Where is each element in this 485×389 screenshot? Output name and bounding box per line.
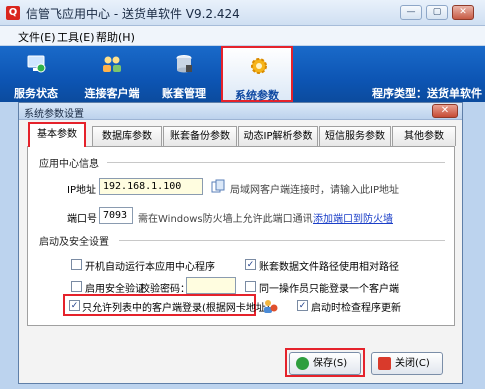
- main-titlebar: Q 信管飞应用中心 - 送货单软件 V9.2.424 — ▢ ✕: [0, 0, 485, 26]
- ribbon-tab-account-management[interactable]: 账套管理: [148, 46, 220, 102]
- database-icon: [176, 55, 192, 73]
- window-title: 信管飞应用中心 - 送货单软件 V9.2.424: [26, 7, 240, 21]
- auto-start-checkbox[interactable]: [71, 259, 82, 270]
- users-icon: [103, 56, 121, 72]
- gear-icon: [251, 58, 267, 74]
- app-logo-icon: Q: [6, 6, 20, 20]
- menu-help[interactable]: 帮助(H): [96, 29, 135, 45]
- single-client-checkbox[interactable]: [245, 281, 256, 292]
- ribbon-tab-service-status[interactable]: 服务状态: [0, 46, 72, 102]
- tab-other-parameters[interactable]: 其他参数: [392, 126, 456, 146]
- ip-address-hint: 局域网客户端连接时，请输入此IP地址: [230, 185, 399, 196]
- tab-account-backup-parameters[interactable]: 账套备份参数: [163, 126, 237, 146]
- port-field[interactable]: 7093: [99, 207, 133, 224]
- section-divider: [107, 162, 445, 163]
- dialog-close-button[interactable]: ✕: [432, 104, 458, 118]
- ribbon-tab-label: 系统参数: [235, 89, 279, 102]
- program-type-label: 程序类型：送货单软件: [372, 87, 482, 100]
- section-heading-app-center: 应用中心信息: [39, 159, 99, 170]
- section-heading-startup-security: 启动及安全设置: [39, 237, 109, 248]
- tab-basic-parameters[interactable]: 基本参数: [28, 122, 86, 147]
- close-dialog-button[interactable]: 关闭(C): [371, 352, 443, 375]
- close-icon: [378, 357, 391, 370]
- ribbon-tab-label: 连接客户端: [84, 87, 140, 100]
- section-divider: [119, 240, 445, 241]
- check-icon: [296, 357, 309, 370]
- port-label: 端口号: [67, 214, 97, 225]
- relative-path-checkbox[interactable]: ✓: [245, 259, 256, 270]
- ip-address-field[interactable]: 192.168.1.100: [99, 178, 203, 195]
- password-field[interactable]: [186, 277, 236, 294]
- whitelist-label: 只允许列表中的客户端登录(根据网卡地址): [82, 303, 270, 314]
- minimize-button[interactable]: —: [400, 5, 422, 20]
- save-button[interactable]: 保存(S): [289, 352, 361, 375]
- menu-file[interactable]: 文件(E): [18, 29, 56, 45]
- auto-update-label: 启动时检查程序更新: [311, 303, 401, 314]
- maximize-button[interactable]: ▢: [426, 5, 448, 20]
- system-parameters-dialog: 系统参数设置 ✕ 基本参数 数据库参数 账套备份参数 动态IP解析参数 短信服务…: [18, 102, 463, 384]
- security-label: 启用安全验证: [85, 284, 145, 295]
- single-client-label: 同一操作员只能登录一个客户端: [259, 284, 399, 295]
- ribbon-toolbar: 服务状态 连接客户端 账套管理 系统参数 程序类型：送货单软件: [0, 46, 485, 102]
- auto-start-label: 开机自动运行本应用中心程序: [85, 262, 215, 273]
- tab-sms-parameters[interactable]: 短信服务参数: [319, 126, 391, 146]
- save-button-label: 保存(S): [313, 358, 348, 369]
- menu-bar: 文件(E) 工具(E) 帮助(H): [0, 26, 485, 46]
- password-label: 校验密码：: [140, 284, 190, 295]
- dialog-titlebar: 系统参数设置 ✕: [19, 103, 462, 120]
- monitor-icon: [27, 55, 46, 73]
- add-port-to-firewall-link[interactable]: 添加端口到防火墙: [313, 210, 393, 225]
- ip-address-label: IP地址: [67, 185, 96, 196]
- tab-database-parameters[interactable]: 数据库参数: [92, 126, 162, 146]
- dialog-title: 系统参数设置: [24, 109, 84, 120]
- whitelist-checkbox[interactable]: ✓: [69, 300, 80, 311]
- port-hint: 需在Windows防火墙上允许此端口通讯: [138, 214, 313, 225]
- security-checkbox[interactable]: [71, 281, 82, 292]
- close-button-label: 关闭(C): [395, 358, 430, 369]
- auto-update-checkbox[interactable]: ✓: [297, 300, 308, 311]
- client-list-icon[interactable]: [262, 298, 278, 314]
- menu-tools[interactable]: 工具(E): [57, 29, 95, 45]
- ribbon-tab-label: 账套管理: [162, 87, 206, 100]
- relative-path-label: 账套数据文件路径使用相对路径: [259, 262, 399, 273]
- ribbon-tab-label: 服务状态: [14, 87, 58, 100]
- ribbon-tab-system-parameters[interactable]: 系统参数: [221, 46, 293, 102]
- close-button[interactable]: ✕: [452, 5, 474, 20]
- copy-icon[interactable]: [211, 179, 225, 193]
- tab-dynamic-ip-parameters[interactable]: 动态IP解析参数: [238, 126, 318, 146]
- ribbon-tab-connected-clients[interactable]: 连接客户端: [76, 46, 148, 102]
